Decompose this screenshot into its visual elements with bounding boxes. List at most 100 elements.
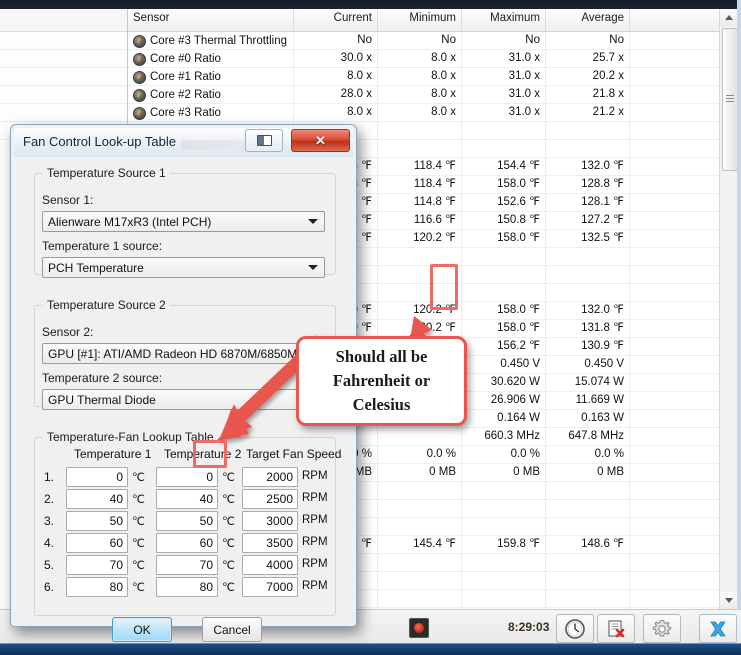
table-row[interactable]: Core #2 Ratio 28.0 x 8.0 x 31.0 x 21.8 x — [128, 86, 720, 104]
tree-row[interactable] — [0, 50, 127, 68]
sensor-2-value: GPU [#1]: ATI/AMD Radeon HD 6870M/6850M: — [48, 346, 301, 361]
cell-blank — [630, 428, 700, 445]
cell-blank — [630, 572, 700, 589]
cell-maximum: 158.0 ℉ — [462, 302, 546, 319]
vertical-scrollbar[interactable] — [719, 9, 738, 609]
temperature-1-source-combo[interactable]: PCH Temperature — [42, 257, 325, 278]
cell-blank — [630, 284, 700, 301]
cell-blank — [630, 554, 700, 571]
cell-minimum: 0 MB — [378, 464, 462, 481]
fan-speed-input-3[interactable]: 3000 — [242, 511, 298, 531]
cell-minimum — [378, 590, 462, 607]
sensor-tree-header — [0, 9, 127, 32]
scroll-down-button[interactable] — [720, 592, 738, 609]
cell-average — [546, 284, 630, 301]
cell-maximum — [462, 248, 546, 265]
cell-average — [546, 122, 630, 139]
cell-blank — [630, 320, 700, 337]
table-row[interactable]: Core #0 Ratio 30.0 x 8.0 x 31.0 x 25.7 x — [128, 50, 720, 68]
temperature-fan-lookup-legend: Temperature-Fan Lookup Table — [43, 430, 218, 444]
tree-row[interactable] — [0, 68, 127, 86]
table-row[interactable]: Core #3 Thermal Throttling No No No No — [128, 32, 720, 50]
table-row[interactable]: Core #1 Ratio 8.0 x 8.0 x 31.0 x 20.2 x — [128, 68, 720, 86]
temperature-2-input-6[interactable]: 80 — [156, 577, 218, 597]
dialog-close-button[interactable]: ✕ — [291, 129, 350, 152]
temperature-2-input-1[interactable]: 0 — [156, 467, 218, 487]
column-header-current[interactable]: Current — [294, 9, 378, 31]
temperature-2-input-3[interactable]: 50 — [156, 511, 218, 531]
temperature-1-input-4[interactable]: 60 — [66, 533, 128, 553]
fan-speed-input-6[interactable]: 7000 — [242, 577, 298, 597]
restore-window-button[interactable] — [245, 129, 283, 152]
fan-speed-input-4[interactable]: 3500 — [242, 533, 298, 553]
cell-maximum: 152.6 ℉ — [462, 194, 546, 211]
cell-maximum — [462, 482, 546, 499]
ok-button[interactable]: OK — [112, 617, 172, 642]
windows-taskbar[interactable] — [0, 643, 741, 655]
column-header-minimum[interactable]: Minimum — [378, 9, 462, 31]
clock-button[interactable] — [556, 614, 594, 643]
gauge-icon — [133, 106, 146, 120]
temperature-2-input-5[interactable]: 70 — [156, 555, 218, 575]
cell-average: 131.8 ℉ — [546, 320, 630, 337]
fan-speed-unit-5: RPM — [302, 558, 328, 570]
tree-row[interactable] — [0, 32, 127, 50]
callout-line-3: Celesius — [352, 395, 411, 414]
cell-blank — [630, 140, 700, 157]
triangle-up-icon — [725, 15, 733, 20]
fan-speed-input-1[interactable]: 2000 — [242, 467, 298, 487]
fan-speed-input-5[interactable]: 4000 — [242, 555, 298, 575]
cell-maximum: No — [462, 32, 546, 49]
sensor-1-label: Sensor 1: — [42, 193, 94, 207]
scrollbar-thumb[interactable] — [722, 28, 738, 171]
table-row[interactable]: Core #3 Ratio 8.0 x 8.0 x 31.0 x 21.2 x — [128, 104, 720, 122]
temperature-2-input-2[interactable]: 40 — [156, 489, 218, 509]
cell-maximum: 154.4 ℉ — [462, 158, 546, 175]
scroll-up-button[interactable] — [720, 9, 738, 26]
temperature-2-source-value: GPU Thermal Diode — [48, 392, 156, 407]
tree-row[interactable] — [0, 104, 127, 122]
temperature-1-input-2[interactable]: 40 — [66, 489, 128, 509]
cell-current: 8.0 x — [294, 104, 378, 121]
lookup-header-fan-speed: Target Fan Speed — [246, 447, 342, 461]
window-right-edge — [737, 0, 741, 609]
temperature-1-unit-1: ℃ — [132, 472, 145, 484]
temperature-2-input-4[interactable]: 60 — [156, 533, 218, 553]
cell-maximum: 0.0 % — [462, 446, 546, 463]
temperature-1-input-1[interactable]: 0 — [66, 467, 128, 487]
temperature-1-input-5[interactable]: 70 — [66, 555, 128, 575]
settings-button[interactable] — [643, 614, 681, 643]
cell-blank — [630, 86, 700, 103]
temperature-2-source-combo[interactable]: GPU Thermal Diode — [42, 389, 325, 410]
cell-maximum: 660.3 MHz — [462, 428, 546, 445]
cell-maximum — [462, 140, 546, 157]
chevron-down-icon[interactable] — [305, 212, 321, 231]
cell-blank — [630, 518, 700, 535]
dialog-title-bar[interactable]: Fan Control Look-up Table ✕ — [14, 128, 353, 158]
column-header-sensor[interactable]: Sensor — [128, 9, 294, 31]
temperature-2-unit-4: ℃ — [222, 538, 235, 550]
sensor-1-combo[interactable]: Alienware M17xR3 (Intel PCH) — [42, 211, 325, 232]
close-button[interactable] — [699, 614, 737, 643]
cell-maximum: 30.620 W — [462, 374, 546, 391]
cell-maximum: 31.0 x — [462, 104, 546, 121]
cancel-button[interactable]: Cancel — [202, 617, 262, 642]
lookup-row-number-3: 3. — [44, 514, 55, 528]
cell-minimum — [378, 572, 462, 589]
tree-row[interactable] — [0, 86, 127, 104]
cell-blank — [630, 446, 700, 463]
report-delete-button[interactable] — [597, 614, 635, 643]
column-header-maximum[interactable]: Maximum — [462, 9, 546, 31]
cell-maximum: 158.0 ℉ — [462, 176, 546, 193]
cell-average: 0 MB — [546, 464, 630, 481]
cell-average — [546, 482, 630, 499]
temperature-1-input-3[interactable]: 50 — [66, 511, 128, 531]
fan-speed-input-2[interactable]: 2500 — [242, 489, 298, 509]
column-header-average[interactable]: Average — [546, 9, 630, 31]
sensor-2-combo[interactable]: GPU [#1]: ATI/AMD Radeon HD 6870M/6850M: — [42, 343, 325, 364]
chevron-down-icon[interactable] — [305, 258, 321, 277]
cell-minimum — [378, 428, 462, 445]
cell-average: 647.8 MHz — [546, 428, 630, 445]
temperature-1-input-6[interactable]: 80 — [66, 577, 128, 597]
cell-blank — [630, 356, 700, 373]
